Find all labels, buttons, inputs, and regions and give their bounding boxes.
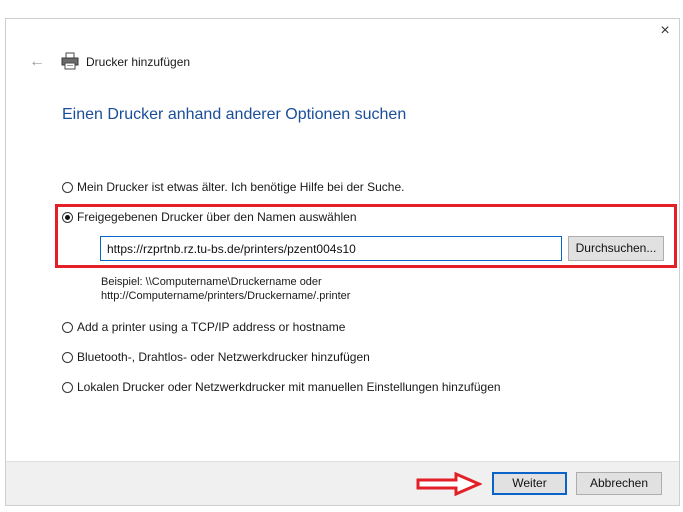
printer-icon [61, 52, 79, 70]
printer-url-input[interactable] [100, 236, 562, 261]
option-shared-printer-by-name[interactable]: Freigegebenen Drucker über den Namen aus… [62, 210, 357, 224]
option-label: Bluetooth-, Drahtlos- oder Netzwerkdruck… [77, 350, 370, 364]
next-button[interactable]: Weiter [492, 472, 567, 495]
option-label: Freigegebenen Drucker über den Namen aus… [77, 210, 357, 224]
radio-button[interactable] [62, 381, 73, 393]
option-local-manual[interactable]: Lokalen Drucker oder Netzwerkdrucker mit… [62, 380, 501, 394]
cancel-button[interactable]: Abbrechen [576, 472, 662, 495]
option-older-printer[interactable]: Mein Drucker ist etwas älter. Ich benöti… [62, 180, 405, 194]
window-title: Drucker hinzufügen [86, 55, 191, 69]
option-bluetooth-wireless[interactable]: Bluetooth-, Drahtlos- oder Netzwerkdruck… [62, 350, 370, 364]
page-heading: Einen Drucker anhand anderer Optionen su… [62, 106, 407, 123]
add-printer-dialog [5, 18, 680, 506]
radio-button[interactable] [62, 321, 73, 333]
option-label: Mein Drucker ist etwas älter. Ich benöti… [77, 180, 405, 194]
option-tcp-ip[interactable]: Add a printer using a TCP/IP address or … [62, 320, 345, 334]
close-icon[interactable]: × [654, 20, 676, 42]
back-arrow-icon[interactable]: ← [28, 53, 46, 71]
option-label: Lokalen Drucker oder Netzwerkdrucker mit… [77, 380, 501, 394]
example-line: Beispiel: \\Computername\Druckername ode… [101, 276, 322, 288]
radio-button[interactable] [62, 351, 73, 363]
example-line: http://Computername/printers/Druckername… [101, 290, 351, 302]
example-text: Beispiel: \\Computername\Druckername ode… [101, 275, 350, 303]
option-label: Add a printer using a TCP/IP address or … [77, 320, 346, 334]
radio-button-selected[interactable] [62, 211, 73, 223]
radio-button[interactable] [62, 181, 73, 193]
browse-button[interactable]: Durchsuchen... [568, 236, 664, 261]
red-arrow-icon [416, 471, 482, 497]
